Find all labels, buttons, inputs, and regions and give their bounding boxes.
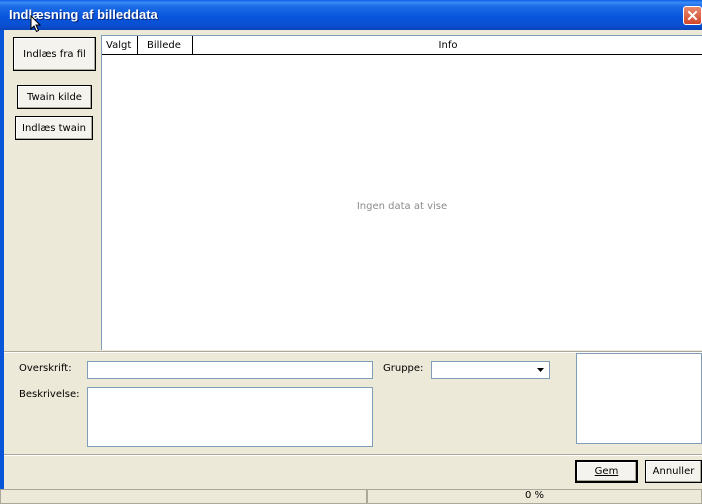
title-bar[interactable]: Indlæsning af billeddata xyxy=(0,0,702,33)
cancel-button[interactable]: Annuller xyxy=(645,460,702,483)
progress-text: 0 % xyxy=(524,490,545,501)
load-twain-button[interactable]: Indlæs twain xyxy=(15,116,93,140)
heading-input[interactable] xyxy=(87,361,373,379)
progress-pane: 0 % xyxy=(367,489,702,504)
load-twain-label: Indlæs twain xyxy=(22,122,86,134)
close-icon xyxy=(687,10,698,21)
twain-source-button[interactable]: Twain kilde xyxy=(17,85,92,109)
description-label: Beskrivelse: xyxy=(19,389,80,400)
load-from-file-label: Indlæs fra fil xyxy=(23,48,86,60)
group-label: Gruppe: xyxy=(383,363,424,374)
status-pane-left xyxy=(0,489,367,504)
description-textarea[interactable] xyxy=(87,387,373,447)
image-data-grid[interactable]: Valgt Billede Info Ingen data at vise xyxy=(101,35,702,350)
load-from-file-button[interactable]: Indlæs fra fil xyxy=(13,37,96,71)
close-button[interactable] xyxy=(683,6,702,25)
column-header-selected-label: Valgt xyxy=(106,39,132,51)
chevron-down-icon xyxy=(537,368,544,372)
save-button[interactable]: Gem xyxy=(575,460,638,483)
column-header-image[interactable]: Billede xyxy=(138,36,193,54)
column-header-info[interactable]: Info xyxy=(193,36,702,54)
save-label: Gem xyxy=(594,466,619,477)
heading-label: Overskrift: xyxy=(19,363,72,374)
grid-empty-message: Ingen data at vise xyxy=(356,201,448,212)
column-header-info-label: Info xyxy=(438,39,458,51)
column-header-selected[interactable]: Valgt xyxy=(102,36,138,54)
group-select[interactable] xyxy=(431,361,550,379)
divider-highlight xyxy=(4,455,702,456)
grid-header: Valgt Billede Info xyxy=(102,36,702,55)
twain-source-label: Twain kilde xyxy=(27,91,82,103)
preview-box xyxy=(576,353,702,444)
column-header-image-label: Billede xyxy=(147,39,181,51)
cancel-label: Annuller xyxy=(652,466,695,477)
